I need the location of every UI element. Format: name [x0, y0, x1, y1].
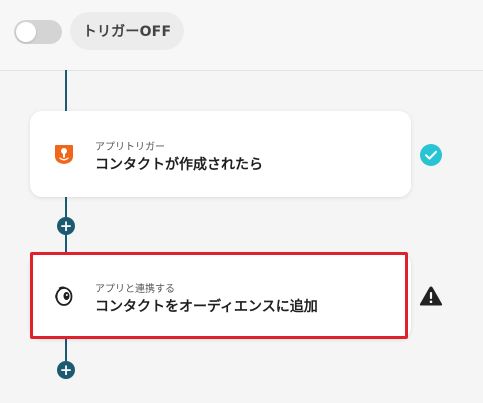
step-title: コンタクトが作成されたら: [95, 157, 263, 173]
add-step-button-bottom[interactable]: +: [57, 361, 75, 379]
step-card-action[interactable]: アプリと連携する コンタクトをオーディエンスに追加: [30, 253, 411, 339]
add-step-button[interactable]: +: [57, 217, 75, 235]
toggle-knob: [16, 22, 36, 42]
connector-line-top: [65, 70, 67, 111]
check-circle-icon: [420, 144, 442, 166]
connector-line-bottom: [65, 339, 67, 361]
step-subtitle: アプリトリガー: [95, 142, 165, 153]
hubspot-icon: [55, 145, 73, 164]
mailchimp-icon: [55, 286, 73, 306]
step-subtitle: アプリと連携する: [95, 284, 175, 295]
trigger-status-label: トリガーOFF: [70, 12, 184, 50]
top-bar: トリガーOFF: [0, 0, 483, 71]
step-title: コンタクトをオーディエンスに追加: [95, 299, 318, 315]
trigger-toggle[interactable]: [14, 20, 62, 44]
step-card-trigger[interactable]: アプリトリガー コンタクトが作成されたら: [30, 111, 411, 197]
warning-icon: [419, 286, 443, 306]
